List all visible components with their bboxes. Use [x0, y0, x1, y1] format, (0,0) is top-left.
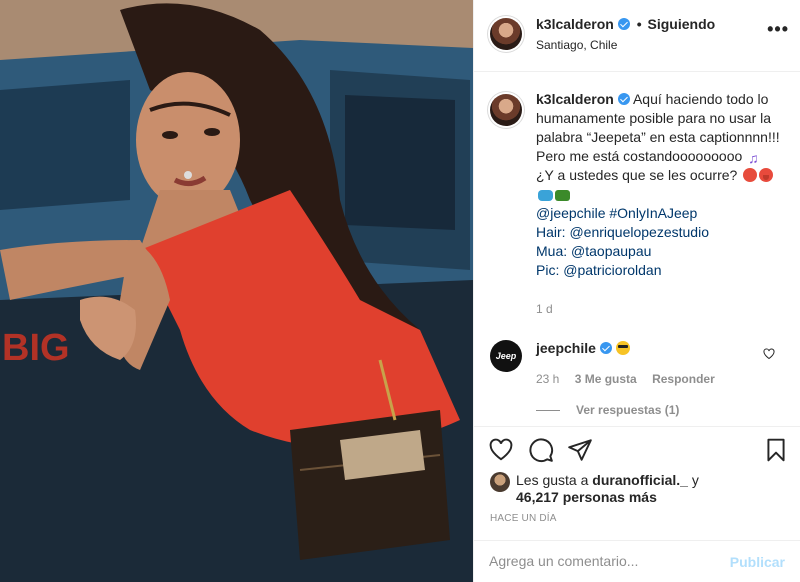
header-user-row: k3lcalderon • Siguiendo	[536, 16, 715, 32]
comment-composer: Publicar	[474, 540, 800, 582]
post-photo[interactable]: BIG	[0, 0, 473, 582]
comment-meta: 23 h 3 Me gusta Responder	[536, 372, 727, 386]
commenter-username[interactable]: jeepchile	[536, 340, 596, 356]
music-note-emoji-icon: ♫	[748, 150, 759, 166]
likes-count-link[interactable]: 46,217 personas más	[516, 489, 657, 505]
pic-handle-link[interactable]: @patricioroldan	[563, 262, 661, 278]
view-replies-button[interactable]: Ver respuestas (1)	[536, 403, 679, 417]
comment-header: jeepchile	[536, 340, 630, 356]
save-bookmark-icon[interactable]	[763, 437, 789, 463]
pic-label: Pic:	[536, 262, 560, 278]
view-replies-label: Ver respuestas (1)	[576, 403, 680, 417]
comment-likes[interactable]: 3 Me gusta	[575, 372, 637, 386]
green-jeep-emoji-icon	[555, 190, 570, 201]
following-button[interactable]: Siguiendo	[648, 16, 716, 32]
liker-avatar[interactable]	[490, 472, 510, 492]
likes-conjunction: y	[691, 472, 699, 488]
comment-item: Jeep jeepchile 23 h 3 Me gusta Responder	[474, 336, 800, 386]
more-options-icon[interactable]: •••	[767, 20, 789, 38]
svg-text:BIG: BIG	[2, 327, 70, 369]
hair-handle-link[interactable]: @enriquelopezestudio	[569, 224, 709, 240]
post-timestamp[interactable]: Hace un día	[490, 513, 557, 524]
caption-author-avatar[interactable]	[490, 94, 522, 126]
mua-label: Mua:	[536, 243, 568, 259]
post-actions-bar	[474, 426, 800, 474]
mua-handle-link[interactable]: @taopaupau	[571, 243, 651, 259]
caption-username[interactable]: k3lcalderon	[536, 91, 614, 107]
blue-car-emoji-icon	[538, 190, 553, 201]
reply-button[interactable]: Responder	[652, 372, 715, 386]
replies-divider	[536, 410, 560, 412]
separator-dot: •	[636, 16, 642, 32]
caption-hashtags[interactable]: @jeepchile #OnlyInAJeep	[536, 205, 697, 221]
likes-prefix: Les gusta a	[516, 472, 589, 488]
post-image-illustration: BIG	[0, 0, 473, 582]
verified-badge-icon	[617, 18, 630, 30]
post-side-panel: k3lcalderon • Siguiendo Santiago, Chile …	[473, 0, 800, 582]
caption-line-2: ¿Y a ustedes que se les ocurre?	[536, 167, 738, 183]
post-header: k3lcalderon • Siguiendo Santiago, Chile …	[474, 0, 800, 72]
liker-username-link[interactable]: duranofficial._	[592, 472, 688, 488]
tongue-emoji-icon	[759, 168, 774, 182]
comment-time: 23 h	[536, 372, 560, 386]
author-username[interactable]: k3lcalderon	[536, 16, 614, 32]
share-paper-plane-icon[interactable]	[567, 437, 593, 463]
hair-label: Hair:	[536, 224, 566, 240]
publish-button[interactable]: Publicar	[730, 554, 785, 570]
comment-input[interactable]	[489, 553, 719, 569]
post-location[interactable]: Santiago, Chile	[536, 38, 617, 52]
like-heart-icon[interactable]	[488, 437, 514, 463]
author-avatar[interactable]	[490, 18, 522, 50]
likes-line-1: Les gusta a duranofficial._ y	[516, 472, 699, 488]
caption-verified-badge-icon	[617, 93, 630, 105]
sunglasses-emoji-icon	[615, 341, 630, 355]
devil-emoji-icon	[743, 168, 758, 182]
comment-bubble-icon[interactable]	[528, 437, 554, 463]
commenter-avatar[interactable]: Jeep	[490, 340, 522, 372]
caption-timestamp: 1 d	[536, 302, 553, 316]
comment-like-heart-icon[interactable]	[763, 348, 775, 360]
caption-text: k3lcalderon Aquí haciendo todo lo humana…	[536, 90, 791, 280]
commenter-verified-badge-icon	[599, 342, 612, 354]
